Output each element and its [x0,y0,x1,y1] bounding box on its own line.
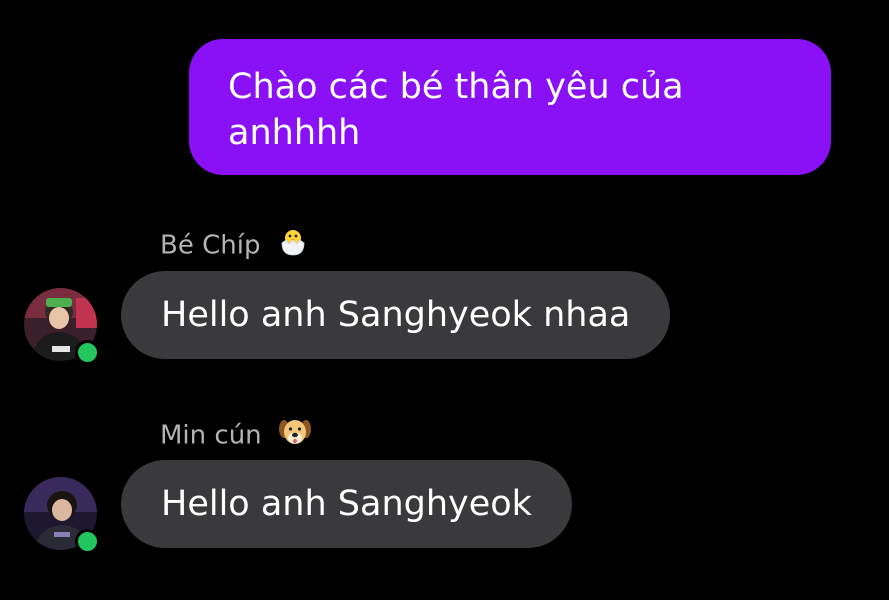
chat-thread: Chào các bé thân yêu của anhhhh Bé Chíp [0,0,889,600]
incoming-message-bubble[interactable]: Hello anh Sanghyeok [121,460,572,548]
sender-name-text: Min cún [160,420,262,451]
outgoing-message-text: Chào các bé thân yêu của anhhhh [228,67,684,153]
sender-name: Bé Chíp [160,226,309,266]
sender-name: Min cún [160,416,312,456]
incoming-message-bubble[interactable]: Hello anh Sanghyeok nhaa [121,271,671,359]
dog-face-icon [278,416,312,456]
hatching-chick-icon [277,226,309,266]
incoming-message-text: Hello anh Sanghyeok nhaa [161,295,631,335]
incoming-message-text: Hello anh Sanghyeok [161,484,532,524]
online-status-dot [75,529,100,554]
outgoing-message-bubble[interactable]: Chào các bé thân yêu của anhhhh [189,39,831,175]
online-status-dot [75,340,100,365]
sender-name-text: Bé Chíp [160,230,261,261]
